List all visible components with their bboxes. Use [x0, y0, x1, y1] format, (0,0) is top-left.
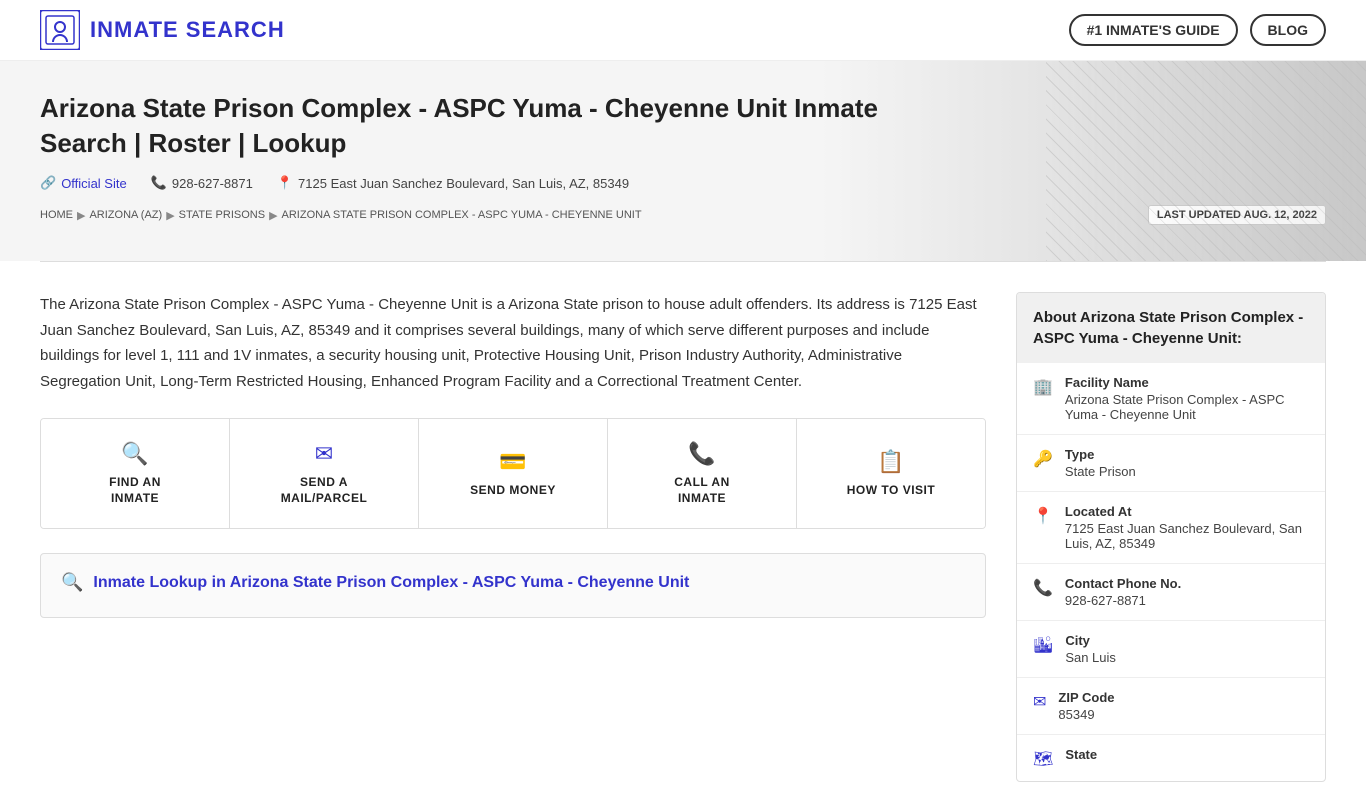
state-icon: 🗺	[1033, 749, 1053, 769]
located-at-content: Located At 7125 East Juan Sanchez Boulev…	[1065, 504, 1309, 551]
sidebar-item-zip: ✉ ZIP Code 85349	[1017, 678, 1325, 735]
facility-name-value: Arizona State Prison Complex - ASPC Yuma…	[1065, 392, 1309, 422]
phone-content: Contact Phone No. 928-627-8871	[1065, 576, 1181, 608]
zip-value: 85349	[1058, 707, 1114, 722]
how-to-visit-label: HOW TO VISIT	[847, 483, 935, 499]
call-inmate-card[interactable]: 📞 CALL ANINMATE	[608, 419, 797, 528]
content-left: The Arizona State Prison Complex - ASPC …	[40, 292, 986, 782]
lookup-header: 🔍 Inmate Lookup in Arizona State Prison …	[61, 572, 965, 593]
how-to-visit-icon: 📋	[877, 449, 904, 475]
sidebar: About Arizona State Prison Complex - ASP…	[1016, 292, 1326, 782]
type-label: Type	[1065, 447, 1136, 462]
breadcrumb-sep-3: ▶	[269, 209, 277, 222]
breadcrumb-sep-2: ▶	[166, 209, 174, 222]
sidebar-phone-icon: 📞	[1033, 578, 1053, 598]
state-label: State	[1065, 747, 1097, 762]
type-content: Type State Prison	[1065, 447, 1136, 479]
page-title: Arizona State Prison Complex - ASPC Yuma…	[40, 91, 940, 161]
header-nav: #1 INMATE'S GUIDE BLOG	[1069, 14, 1326, 46]
located-at-value: 7125 East Juan Sanchez Boulevard, San Lu…	[1065, 521, 1309, 551]
hero-background	[1046, 61, 1366, 261]
sidebar-item-city: 🏙 City San Luis	[1017, 621, 1325, 678]
address-meta: 📍 7125 East Juan Sanchez Boulevard, San …	[277, 175, 629, 191]
sidebar-item-located-at: 📍 Located At 7125 East Juan Sanchez Boul…	[1017, 492, 1325, 564]
find-inmate-label: FIND ANINMATE	[109, 475, 161, 506]
logo-area: INMATE SEARCH	[40, 10, 285, 50]
phone-label: Contact Phone No.	[1065, 576, 1181, 591]
main-content: The Arizona State Prison Complex - ASPC …	[0, 262, 1366, 812]
sidebar-item-phone: 📞 Contact Phone No. 928-627-8871	[1017, 564, 1325, 621]
sidebar-item-facility-name: 🏢 Facility Name Arizona State Prison Com…	[1017, 363, 1325, 435]
facility-name-icon: 🏢	[1033, 377, 1053, 397]
hero-section: Arizona State Prison Complex - ASPC Yuma…	[0, 61, 1366, 261]
send-money-label: SEND MONEY	[470, 483, 556, 499]
type-icon: 🔑	[1033, 449, 1053, 469]
send-mail-card[interactable]: ✉ SEND AMAIL/PARCEL	[230, 419, 419, 528]
zip-icon: ✉	[1033, 692, 1046, 712]
type-value: State Prison	[1065, 464, 1136, 479]
sidebar-card: About Arizona State Prison Complex - ASP…	[1016, 292, 1326, 782]
breadcrumb-home[interactable]: HOME	[40, 209, 73, 221]
city-content: City San Luis	[1065, 633, 1116, 665]
located-at-label: Located At	[1065, 504, 1309, 519]
located-at-icon: 📍	[1033, 506, 1053, 526]
city-icon: 🏙	[1033, 635, 1053, 655]
send-mail-label: SEND AMAIL/PARCEL	[281, 475, 368, 506]
sidebar-header: About Arizona State Prison Complex - ASP…	[1017, 293, 1325, 363]
official-site-link[interactable]: 🔗 Official Site	[40, 175, 127, 191]
find-inmate-icon: 🔍	[121, 441, 148, 467]
city-value: San Luis	[1065, 650, 1116, 665]
zip-content: ZIP Code 85349	[1058, 690, 1114, 722]
sidebar-item-state: 🗺 State	[1017, 735, 1325, 781]
state-content: State	[1065, 747, 1097, 764]
action-cards: 🔍 FIND ANINMATE ✉ SEND AMAIL/PARCEL 💳 SE…	[40, 418, 986, 529]
find-inmate-card[interactable]: 🔍 FIND ANINMATE	[41, 419, 230, 528]
logo-icon	[40, 10, 80, 50]
guide-button[interactable]: #1 INMATE'S GUIDE	[1069, 14, 1238, 46]
sidebar-item-type: 🔑 Type State Prison	[1017, 435, 1325, 492]
call-inmate-label: CALL ANINMATE	[674, 475, 730, 506]
city-label: City	[1065, 633, 1116, 648]
blog-button[interactable]: BLOG	[1250, 14, 1326, 46]
how-to-visit-card[interactable]: 📋 HOW TO VISIT	[797, 419, 985, 528]
send-money-icon: 💳	[499, 449, 526, 475]
link-icon: 🔗	[40, 175, 56, 191]
logo-text: INMATE SEARCH	[90, 17, 285, 43]
breadcrumb-state-prisons[interactable]: STATE PRISONS	[179, 209, 265, 221]
lookup-search-icon: 🔍	[61, 572, 83, 593]
breadcrumb-current[interactable]: ARIZONA STATE PRISON COMPLEX - ASPC YUMA…	[282, 209, 642, 221]
send-mail-icon: ✉	[315, 441, 333, 467]
lookup-title: Inmate Lookup in Arizona State Prison Co…	[93, 574, 689, 592]
facility-description: The Arizona State Prison Complex - ASPC …	[40, 292, 986, 394]
call-inmate-icon: 📞	[688, 441, 715, 467]
breadcrumb-sep-1: ▶	[77, 209, 85, 222]
lookup-section: 🔍 Inmate Lookup in Arizona State Prison …	[40, 553, 986, 618]
phone-icon: 📞	[151, 175, 167, 191]
breadcrumb-arizona[interactable]: ARIZONA (AZ)	[89, 209, 162, 221]
zip-label: ZIP Code	[1058, 690, 1114, 705]
facility-name-label: Facility Name	[1065, 375, 1309, 390]
facility-name-content: Facility Name Arizona State Prison Compl…	[1065, 375, 1309, 422]
phone-meta: 📞 928-627-8871	[151, 175, 253, 191]
send-money-card[interactable]: 💳 SEND MONEY	[419, 419, 608, 528]
phone-value: 928-627-8871	[1065, 593, 1181, 608]
location-icon: 📍	[277, 175, 293, 191]
